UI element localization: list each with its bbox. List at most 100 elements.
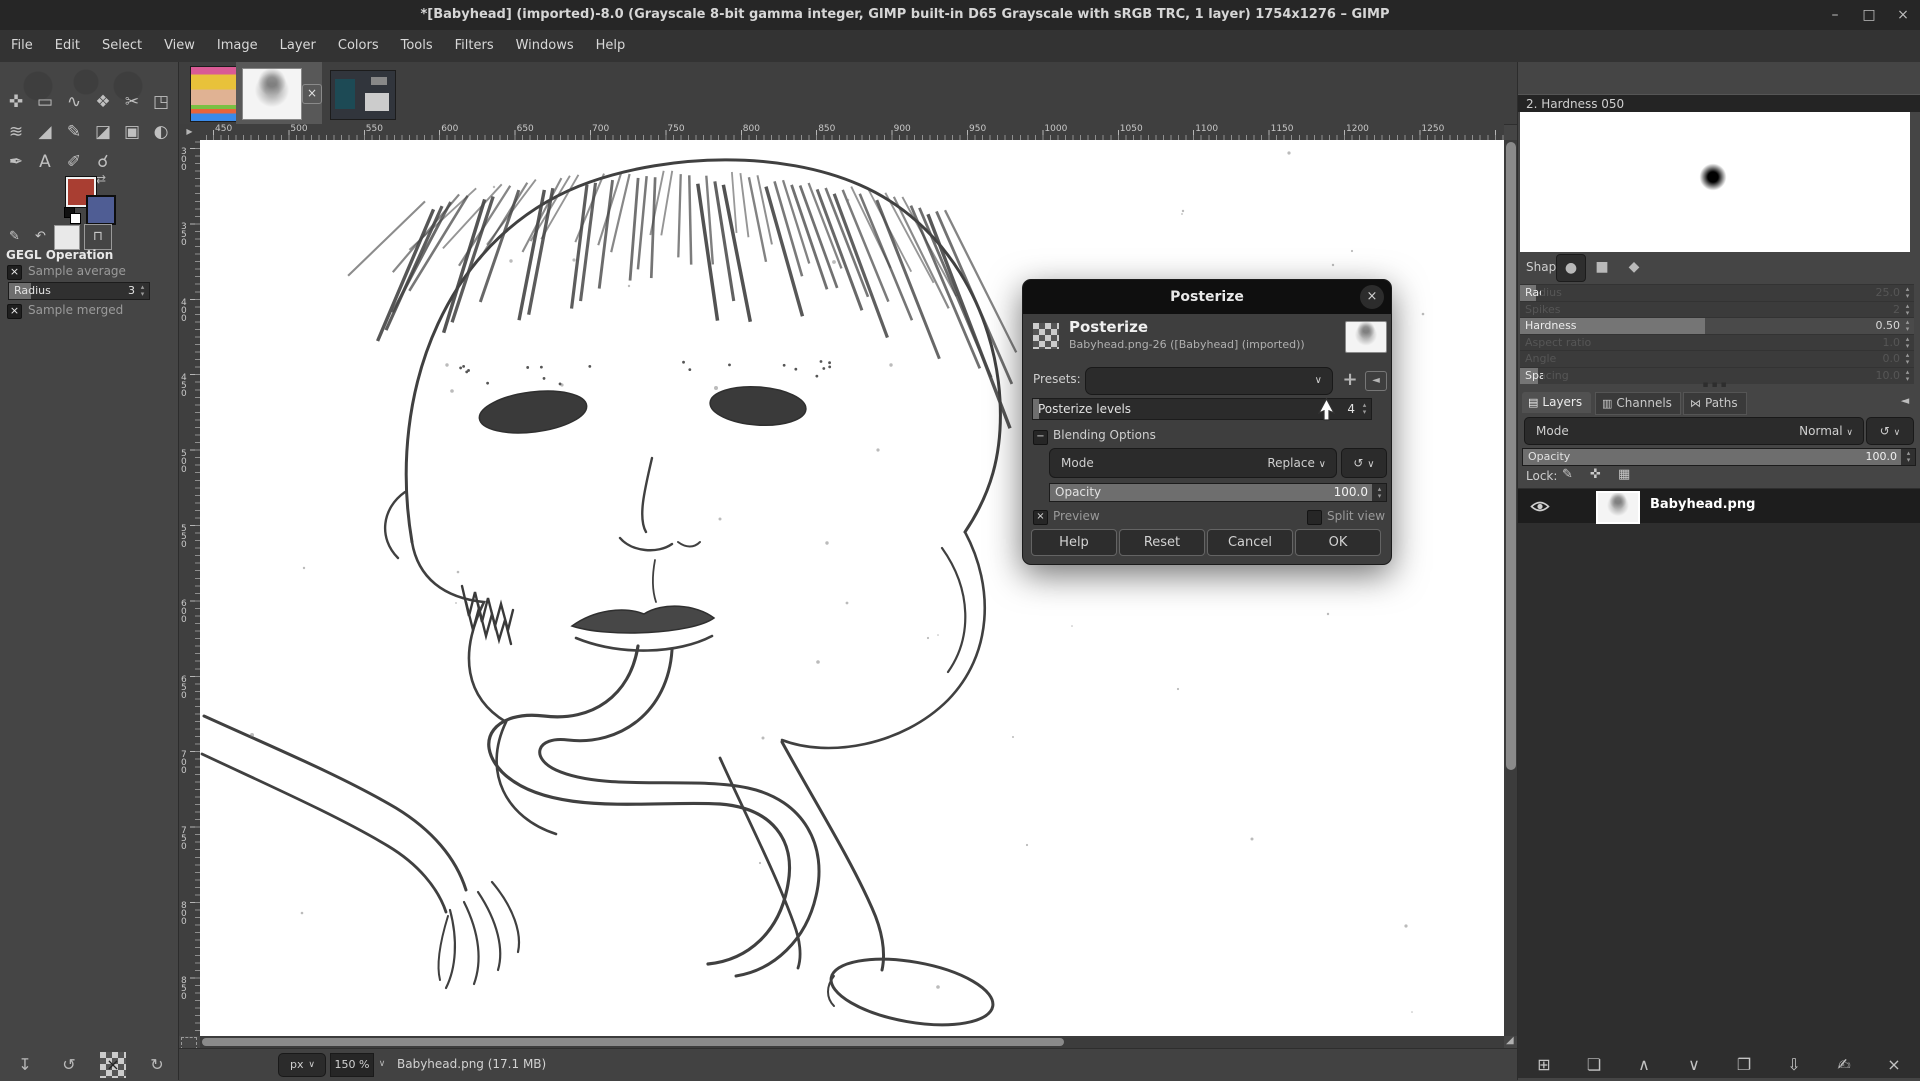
cancel-button[interactable]: Cancel bbox=[1207, 529, 1293, 556]
dashboard-tab-icon[interactable]: ⊓ bbox=[84, 224, 112, 250]
delete-layer-button[interactable]: × bbox=[1881, 1052, 1907, 1078]
menu-select[interactable]: Select bbox=[91, 30, 153, 62]
lock-alpha-icon[interactable]: ▦ bbox=[1618, 467, 1630, 482]
delete-tool-preset-button[interactable]: × bbox=[100, 1052, 126, 1078]
menu-help[interactable]: Help bbox=[585, 30, 637, 62]
shape-diamond-button[interactable]: ◆ bbox=[1620, 254, 1648, 280]
raise-layer-button[interactable]: ∧ bbox=[1631, 1052, 1657, 1078]
brush-slider-aspect-ratio[interactable]: Aspect ratio 1.0 ▴ ▾ bbox=[1520, 333, 1914, 351]
lock-position-icon[interactable]: ✜ bbox=[1590, 467, 1601, 482]
zoom-select-chevron-icon[interactable]: ∨ bbox=[374, 1053, 390, 1075]
brush-slider-radius[interactable]: Radius Radius 25.0 ▴ ▾ bbox=[1520, 284, 1914, 301]
layer-opacity-spinner[interactable]: ▴ ▾ bbox=[1903, 450, 1914, 464]
slider-spinner[interactable]: ▴ ▾ bbox=[1902, 368, 1913, 383]
dialog-opacity-slider[interactable]: Opacity 100.0 ▴ ▾ bbox=[1049, 483, 1387, 502]
menu-tools[interactable]: Tools bbox=[390, 30, 444, 62]
dialog-close-button[interactable]: × bbox=[1360, 285, 1384, 309]
slider-spinner[interactable]: ▴ ▾ bbox=[1902, 319, 1913, 333]
transform-tool[interactable]: ◳ bbox=[147, 88, 175, 116]
new-layer-group-button[interactable]: ❏ bbox=[1581, 1052, 1607, 1078]
layer-row[interactable]: Babyhead.png bbox=[1518, 489, 1920, 524]
select-by-color-tool[interactable]: ❖ bbox=[89, 88, 117, 116]
vertical-scrollbar[interactable] bbox=[1504, 140, 1518, 1036]
blend-mode-reset-button[interactable]: ↺ ∨ bbox=[1341, 448, 1387, 478]
menu-filters[interactable]: Filters bbox=[444, 30, 505, 62]
sample-average-checkbox[interactable]: × bbox=[7, 265, 22, 280]
sample-merged-checkbox[interactable]: × bbox=[7, 304, 22, 319]
background-color-swatch[interactable] bbox=[86, 195, 116, 225]
preset-menu-button[interactable]: ◄ bbox=[1365, 371, 1387, 391]
horizontal-scrollbar[interactable] bbox=[200, 1036, 1504, 1048]
crop-tool[interactable]: ✂ bbox=[118, 88, 146, 116]
ok-button[interactable]: OK bbox=[1295, 529, 1381, 556]
menu-colors[interactable]: Colors bbox=[327, 30, 390, 62]
layer-mode-reset-button[interactable]: ↺ ∨ bbox=[1866, 417, 1914, 445]
new-layer-button[interactable]: ⊞ bbox=[1531, 1052, 1557, 1078]
preset-add-button[interactable]: + bbox=[1339, 367, 1361, 393]
vertical-scrollbar-thumb[interactable] bbox=[1506, 142, 1516, 770]
tab-paths[interactable]: ⋈ Paths bbox=[1683, 392, 1747, 415]
brush-slider-angle[interactable]: Angle 0.0 ▴ ▾ bbox=[1520, 350, 1914, 367]
swap-colors-icon[interactable]: ⇄ bbox=[96, 172, 112, 186]
layer-opacity-slider[interactable]: Opacity 100.0 ▴ ▾ bbox=[1522, 448, 1916, 466]
visibility-eye-icon[interactable] bbox=[1530, 500, 1550, 513]
slider-spinner[interactable]: ▴ ▾ bbox=[1902, 352, 1913, 366]
default-colors-white-icon[interactable] bbox=[70, 213, 81, 224]
menu-windows[interactable]: Windows bbox=[505, 30, 585, 62]
tab-layers[interactable]: ▤ Layers bbox=[1522, 392, 1591, 413]
resize-grip[interactable]: ▪▪▪ bbox=[1696, 380, 1736, 390]
slider-spinner[interactable]: ▴ ▾ bbox=[1902, 302, 1913, 317]
brush-slider-spikes[interactable]: Spikes 2 ▴ ▾ bbox=[1520, 300, 1914, 318]
layers-dock-menu-icon[interactable]: ◄ bbox=[1897, 394, 1913, 410]
split-view-checkbox[interactable] bbox=[1307, 510, 1322, 525]
tab-channels[interactable]: ▥ Channels bbox=[1595, 392, 1681, 415]
slider-spinner[interactable]: ▴ ▾ bbox=[1902, 286, 1913, 300]
move-tool[interactable]: ✜ bbox=[2, 88, 30, 116]
help-button[interactable]: Help bbox=[1031, 529, 1117, 556]
anchor-layer-button[interactable]: ✍ bbox=[1831, 1052, 1857, 1078]
horizontal-scrollbar-thumb[interactable] bbox=[202, 1038, 1064, 1046]
paths-tool[interactable]: ✒ bbox=[2, 148, 30, 176]
save-tool-preset-button[interactable]: ↧ bbox=[12, 1052, 38, 1078]
dialog-opacity-spinner[interactable]: ▴ ▾ bbox=[1374, 486, 1385, 500]
blend-mode-select[interactable]: Mode Replace ∨ bbox=[1049, 448, 1337, 478]
babyhead-image-tab[interactable]: × bbox=[236, 62, 322, 124]
lock-pixels-icon[interactable]: ✎ bbox=[1562, 467, 1573, 482]
color-picker-tool[interactable]: ✐ bbox=[60, 148, 88, 176]
warp-tool[interactable]: ≋ bbox=[2, 118, 30, 146]
undo-history-tab-icon[interactable]: ↶ bbox=[28, 226, 53, 248]
canvas[interactable] bbox=[200, 140, 1504, 1036]
menu-file[interactable]: File bbox=[0, 30, 44, 62]
duplicate-layer-button[interactable]: ❐ bbox=[1731, 1052, 1757, 1078]
minimize-button[interactable]: – bbox=[1822, 3, 1848, 27]
unit-select[interactable]: px ∨ bbox=[278, 1053, 326, 1077]
reset-button[interactable]: Reset bbox=[1119, 529, 1205, 556]
window-titlebar[interactable]: *[Babyhead] (imported)-8.0 (Grayscale 8-… bbox=[0, 0, 1920, 30]
blending-collapse-toggle[interactable]: − bbox=[1033, 430, 1048, 445]
close-image-button[interactable]: × bbox=[302, 84, 322, 104]
zoom-input[interactable]: 150 % bbox=[330, 1053, 374, 1077]
reset-tool-options-button[interactable]: ↻ bbox=[144, 1052, 170, 1078]
radius-spinner[interactable]: ▴ ▾ bbox=[137, 284, 148, 298]
menu-image[interactable]: Image bbox=[206, 30, 269, 62]
menu-layer[interactable]: Layer bbox=[269, 30, 327, 62]
shape-circle-button[interactable]: ● bbox=[1556, 254, 1586, 282]
eraser-tool[interactable]: ◪ bbox=[89, 118, 117, 146]
brush-slider-hardness[interactable]: Hardness 0.50 ▴ ▾ bbox=[1520, 317, 1914, 334]
presets-select[interactable]: ∨ bbox=[1085, 367, 1333, 395]
bucket-fill-tool[interactable]: ◢ bbox=[31, 118, 59, 146]
radius-slider[interactable]: Radius 3 ▴ ▾ bbox=[8, 282, 150, 300]
maximize-button[interactable]: □ bbox=[1856, 3, 1882, 27]
close-button[interactable]: × bbox=[1890, 3, 1916, 27]
images-tab-icon[interactable] bbox=[54, 225, 80, 250]
smudge-tool[interactable]: ◐ bbox=[147, 118, 175, 146]
layer-list[interactable]: Babyhead.png bbox=[1518, 488, 1920, 1078]
lower-layer-button[interactable]: ∨ bbox=[1681, 1052, 1707, 1078]
layer-mode-select[interactable]: Mode Normal ∨ bbox=[1524, 417, 1864, 445]
preview-checkbox[interactable]: × bbox=[1033, 510, 1048, 525]
restore-tool-preset-button[interactable]: ↺ bbox=[56, 1052, 82, 1078]
screenshot-thumbnail[interactable] bbox=[330, 70, 396, 120]
levels-spinner[interactable]: ▴ ▾ bbox=[1359, 402, 1370, 416]
text-tool[interactable]: A bbox=[31, 148, 59, 176]
dialog-titlebar[interactable]: Posterize × bbox=[1023, 280, 1391, 314]
